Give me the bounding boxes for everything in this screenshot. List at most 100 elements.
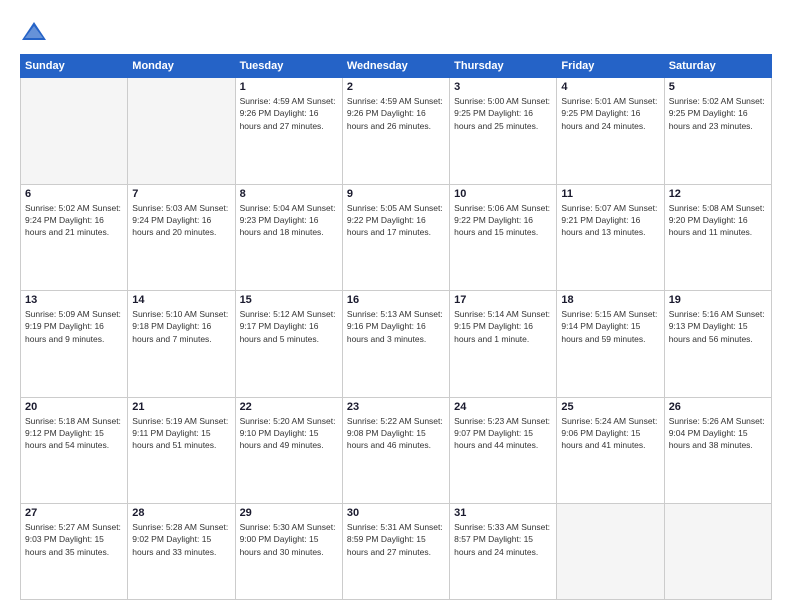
day-info: Sunrise: 5:24 AM Sunset: 9:06 PM Dayligh… [561, 415, 659, 452]
calendar-cell: 1Sunrise: 4:59 AM Sunset: 9:26 PM Daylig… [235, 78, 342, 185]
day-number: 12 [669, 188, 767, 200]
day-info: Sunrise: 5:33 AM Sunset: 8:57 PM Dayligh… [454, 521, 552, 558]
calendar-cell [664, 504, 771, 600]
day-number: 11 [561, 188, 659, 200]
day-info: Sunrise: 5:14 AM Sunset: 9:15 PM Dayligh… [454, 308, 552, 345]
day-number: 20 [25, 401, 123, 413]
day-info: Sunrise: 5:06 AM Sunset: 9:22 PM Dayligh… [454, 202, 552, 239]
day-number: 16 [347, 294, 445, 306]
day-info: Sunrise: 5:12 AM Sunset: 9:17 PM Dayligh… [240, 308, 338, 345]
calendar-cell: 29 Sunrise: 5:30 AM Sunset: 9:00 PM Dayli… [235, 504, 342, 600]
day-info: Sunrise: 5:18 AM Sunset: 9:12 PM Dayligh… [25, 415, 123, 452]
day-number: 29 [240, 507, 338, 519]
weekday-header-row: SundayMondayTuesdayWednesdayThursdayFrid… [21, 55, 772, 78]
calendar-cell: 16 Sunrise: 5:13 AM Sunset: 9:16 PM Dayli… [342, 291, 449, 398]
day-number: 17 [454, 294, 552, 306]
day-number: 28 [132, 507, 230, 519]
weekday-header-saturday: Saturday [664, 55, 771, 78]
calendar-cell: 3 Sunrise: 5:00 AM Sunset: 9:25 PM Daylig… [450, 78, 557, 185]
day-number: 7 [132, 188, 230, 200]
day-info: Sunrise: 5:05 AM Sunset: 9:22 PM Dayligh… [347, 202, 445, 239]
day-info: Sunrise: 5:09 AM Sunset: 9:19 PM Dayligh… [25, 308, 123, 345]
calendar-cell: 15 Sunrise: 5:12 AM Sunset: 9:17 PM Dayli… [235, 291, 342, 398]
day-number: 3 [454, 81, 552, 93]
day-info: Sunrise: 5:30 AM Sunset: 9:00 PM Dayligh… [240, 521, 338, 558]
calendar-cell: 6 Sunrise: 5:02 AM Sunset: 9:24 PM Daylig… [21, 184, 128, 291]
weekday-header-wednesday: Wednesday [342, 55, 449, 78]
calendar-cell: 7 Sunrise: 5:03 AM Sunset: 9:24 PM Daylig… [128, 184, 235, 291]
day-number: 23 [347, 401, 445, 413]
day-info: Sunrise: 5:15 AM Sunset: 9:14 PM Dayligh… [561, 308, 659, 345]
weekday-header-tuesday: Tuesday [235, 55, 342, 78]
calendar-cell: 5Sunrise: 5:02 AM Sunset: 9:25 PM Daylig… [664, 78, 771, 185]
day-info: Sunrise: 5:16 AM Sunset: 9:13 PM Dayligh… [669, 308, 767, 345]
calendar-cell: 12Sunrise: 5:08 AM Sunset: 9:20 PM Dayli… [664, 184, 771, 291]
day-number: 24 [454, 401, 552, 413]
header [20, 18, 772, 46]
day-number: 19 [669, 294, 767, 306]
day-info: Sunrise: 5:23 AM Sunset: 9:07 PM Dayligh… [454, 415, 552, 452]
calendar-cell: 11 Sunrise: 5:07 AM Sunset: 9:21 PM Dayli… [557, 184, 664, 291]
calendar-cell: 17 Sunrise: 5:14 AM Sunset: 9:15 PM Dayli… [450, 291, 557, 398]
day-info: Sunrise: 5:31 AM Sunset: 8:59 PM Dayligh… [347, 521, 445, 558]
day-number: 14 [132, 294, 230, 306]
day-number: 21 [132, 401, 230, 413]
calendar-cell: 19 Sunrise: 5:16 AM Sunset: 9:13 PM Dayli… [664, 291, 771, 398]
day-number: 9 [347, 188, 445, 200]
calendar-cell [128, 78, 235, 185]
day-number: 22 [240, 401, 338, 413]
logo [20, 18, 52, 46]
calendar-cell: 28 Sunrise: 5:28 AM Sunset: 9:02 PM Dayli… [128, 504, 235, 600]
calendar-cell [21, 78, 128, 185]
day-info: Sunrise: 4:59 AM Sunset: 9:26 PM Dayligh… [240, 95, 338, 132]
calendar-cell: 14 Sunrise: 5:10 AM Sunset: 9:18 PM Dayli… [128, 291, 235, 398]
weekday-header-friday: Friday [557, 55, 664, 78]
calendar-cell: 26Sunrise: 5:26 AM Sunset: 9:04 PM Dayli… [664, 397, 771, 504]
day-info: Sunrise: 5:02 AM Sunset: 9:24 PM Dayligh… [25, 202, 123, 239]
day-number: 10 [454, 188, 552, 200]
calendar-cell: 22Sunrise: 5:20 AM Sunset: 9:10 PM Dayli… [235, 397, 342, 504]
page: SundayMondayTuesdayWednesdayThursdayFrid… [0, 0, 792, 612]
calendar-cell: 30 Sunrise: 5:31 AM Sunset: 8:59 PM Dayli… [342, 504, 449, 600]
calendar-cell: 27 Sunrise: 5:27 AM Sunset: 9:03 PM Dayli… [21, 504, 128, 600]
day-number: 4 [561, 81, 659, 93]
calendar-cell [557, 504, 664, 600]
calendar-cell: 20 Sunrise: 5:18 AM Sunset: 9:12 PM Dayli… [21, 397, 128, 504]
day-number: 25 [561, 401, 659, 413]
calendar-cell: 8 Sunrise: 5:04 AM Sunset: 9:23 PM Daylig… [235, 184, 342, 291]
day-info: Sunrise: 5:00 AM Sunset: 9:25 PM Dayligh… [454, 95, 552, 132]
calendar-cell: 25 Sunrise: 5:24 AM Sunset: 9:06 PM Dayli… [557, 397, 664, 504]
calendar-table: SundayMondayTuesdayWednesdayThursdayFrid… [20, 54, 772, 600]
calendar-week-1: 1Sunrise: 4:59 AM Sunset: 9:26 PM Daylig… [21, 78, 772, 185]
day-number: 5 [669, 81, 767, 93]
day-info: Sunrise: 4:59 AM Sunset: 9:26 PM Dayligh… [347, 95, 445, 132]
day-info: Sunrise: 5:27 AM Sunset: 9:03 PM Dayligh… [25, 521, 123, 558]
day-info: Sunrise: 5:03 AM Sunset: 9:24 PM Dayligh… [132, 202, 230, 239]
day-info: Sunrise: 5:13 AM Sunset: 9:16 PM Dayligh… [347, 308, 445, 345]
calendar-cell: 13 Sunrise: 5:09 AM Sunset: 9:19 PM Dayli… [21, 291, 128, 398]
day-number: 31 [454, 507, 552, 519]
day-info: Sunrise: 5:04 AM Sunset: 9:23 PM Dayligh… [240, 202, 338, 239]
calendar-week-5: 27 Sunrise: 5:27 AM Sunset: 9:03 PM Dayli… [21, 504, 772, 600]
day-number: 27 [25, 507, 123, 519]
weekday-header-sunday: Sunday [21, 55, 128, 78]
calendar-cell: 4 Sunrise: 5:01 AM Sunset: 9:25 PM Daylig… [557, 78, 664, 185]
day-info: Sunrise: 5:07 AM Sunset: 9:21 PM Dayligh… [561, 202, 659, 239]
day-number: 8 [240, 188, 338, 200]
day-number: 6 [25, 188, 123, 200]
calendar-week-2: 6 Sunrise: 5:02 AM Sunset: 9:24 PM Daylig… [21, 184, 772, 291]
day-number: 26 [669, 401, 767, 413]
weekday-header-monday: Monday [128, 55, 235, 78]
day-number: 30 [347, 507, 445, 519]
day-info: Sunrise: 5:10 AM Sunset: 9:18 PM Dayligh… [132, 308, 230, 345]
day-info: Sunrise: 5:22 AM Sunset: 9:08 PM Dayligh… [347, 415, 445, 452]
calendar-cell: 24 Sunrise: 5:23 AM Sunset: 9:07 PM Dayli… [450, 397, 557, 504]
calendar-cell: 21 Sunrise: 5:19 AM Sunset: 9:11 PM Dayli… [128, 397, 235, 504]
day-number: 15 [240, 294, 338, 306]
day-info: Sunrise: 5:01 AM Sunset: 9:25 PM Dayligh… [561, 95, 659, 132]
calendar-cell: 31 Sunrise: 5:33 AM Sunset: 8:57 PM Dayli… [450, 504, 557, 600]
day-info: Sunrise: 5:28 AM Sunset: 9:02 PM Dayligh… [132, 521, 230, 558]
day-number: 13 [25, 294, 123, 306]
day-number: 2 [347, 81, 445, 93]
day-info: Sunrise: 5:19 AM Sunset: 9:11 PM Dayligh… [132, 415, 230, 452]
